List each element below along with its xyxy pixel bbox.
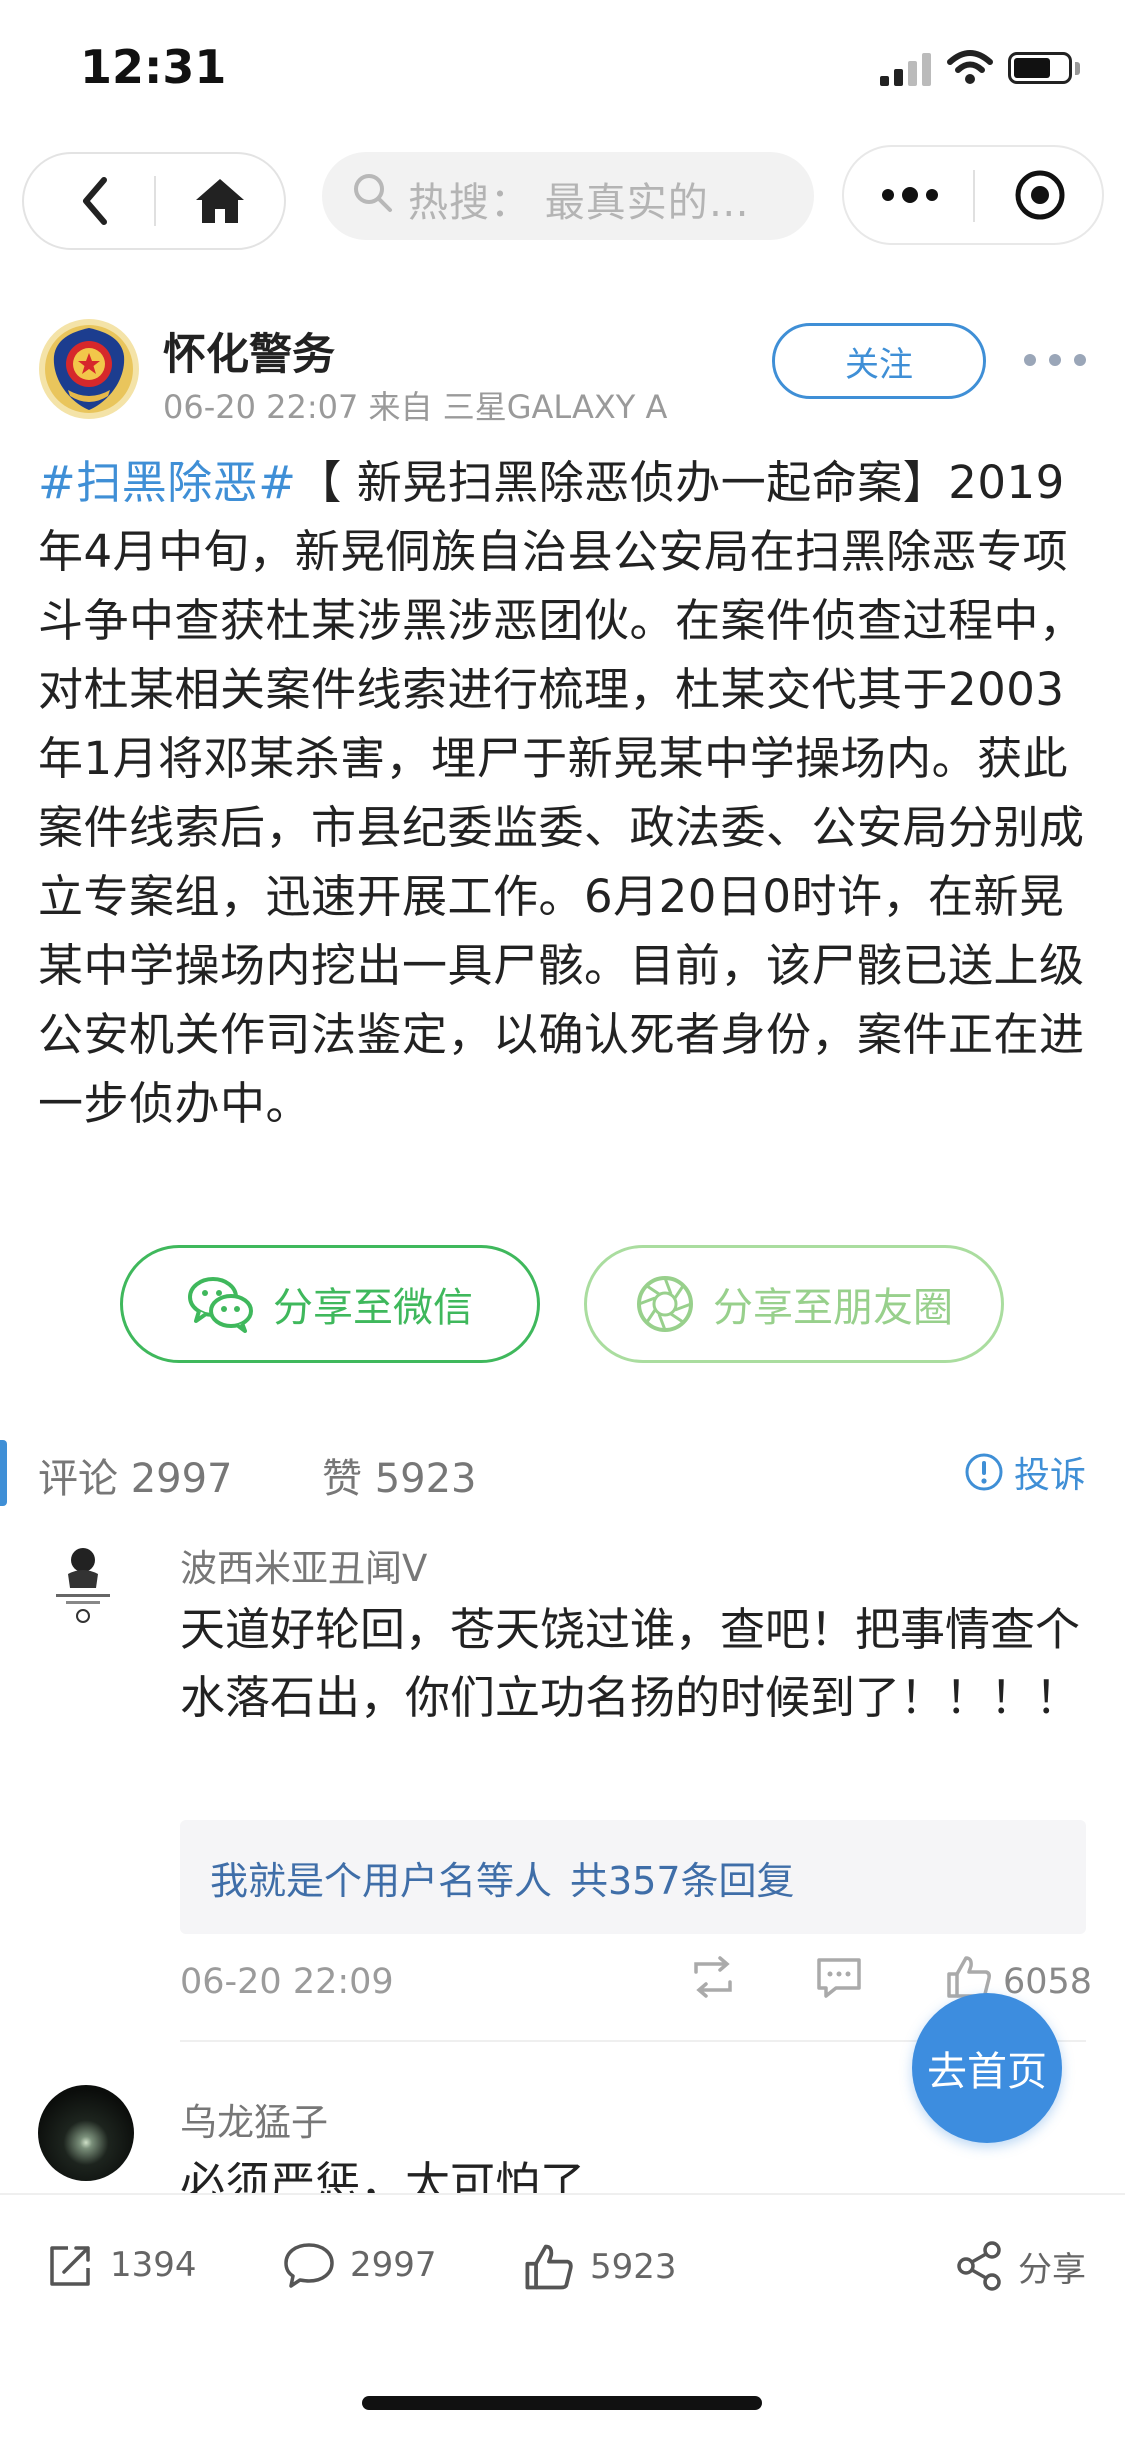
comments-tab-indicator [0,1440,7,1506]
comment-replies-preview[interactable]: 我就是个用户名等人 共357条回复 [180,1820,1086,1934]
share-to-wechat-button[interactable]: 分享至微信 [120,1245,540,1363]
comment-author-name[interactable]: 乌龙猛子 [180,2092,328,2146]
like-count: 5923 [590,2247,677,2287]
go-home-fab[interactable]: 去首页 [912,1993,1062,2143]
home-icon [196,179,244,223]
more-dots-icon [882,187,938,203]
moments-aperture-icon [637,1276,693,1332]
info-alert-icon [965,1453,1003,1491]
like-toolbar-button[interactable]: 5923 [522,2240,677,2294]
search-icon [354,174,392,212]
nav-right-divider [973,170,975,222]
follow-button[interactable]: 关注 [772,323,986,399]
author-avatar-police-emblem[interactable] [38,318,140,420]
more-horizontal-icon [1024,354,1086,366]
close-mini-program-button[interactable] [1000,160,1080,230]
back-chevron-icon [83,177,107,225]
comment-like-count: 6058 [1003,1962,1093,2002]
cellular-signal-icon [880,53,931,86]
status-time: 12:31 [80,40,227,94]
mini-program-menu-button[interactable] [870,165,950,225]
comment-reply-button[interactable] [814,1952,864,2006]
reply-count: 共357条回复 [570,1858,795,1903]
comment-count: 2997 [350,2245,437,2285]
comment-icon [284,2243,334,2288]
post-body-text: 【 新晃扫黑除恶侦办一起命案】2019年4月中旬，新晃侗族自治县公安局在扫黑除恶… [38,456,1085,1130]
comment-text: 天道好轮回，苍天饶过谁，查吧！把事情查个水落石出，你们立功名扬的时候到了！！！！ [180,1603,1081,1724]
comment-time: 06-20 22:09 [180,1962,394,2002]
share-toolbar-button[interactable]: 分享 [954,2240,1086,2292]
search-placeholder[interactable]: 热搜： 最真实的… [408,170,750,228]
post-author-name[interactable]: 怀化警务 [163,320,335,382]
share-wechat-label: 分享至微信 [273,1285,473,1331]
post-meta: 06-20 22:07 来自 三星GALAXY A [163,388,668,426]
wechat-icon [188,1277,253,1333]
commenter-avatar[interactable] [38,1540,128,1630]
comment-bubble-icon [817,1958,861,1998]
post-more-button[interactable] [1020,340,1090,380]
back-button[interactable] [60,165,130,237]
likes-tab[interactable]: 赞 5923 [322,1446,477,1504]
share-nodes-icon [957,2241,1001,2291]
nav-divider [154,176,156,226]
post-body: #扫黑除恶#【 新晃扫黑除恶侦办一起命案】2019年4月中旬，新晃侗族自治县公安… [38,448,1088,1138]
comments-tab[interactable]: 评论 2997 [38,1446,233,1504]
target-circle-icon [1015,170,1065,220]
home-button[interactable] [180,165,260,237]
wifi-icon [947,50,993,84]
home-indicator [362,2396,762,2410]
thumbs-up-icon [525,2244,573,2290]
report-button[interactable]: 投诉 [964,1446,1086,1498]
share-moments-label: 分享至朋友圈 [713,1285,953,1331]
reply-users: 我就是个用户名等人 [210,1858,553,1903]
repost-toolbar-button[interactable]: 1394 [46,2240,197,2290]
repost-icon [694,1956,732,1998]
commenter-avatar[interactable] [38,2085,134,2181]
report-label: 投诉 [1014,1455,1087,1496]
comment-author-name[interactable]: 波西米亚丑闻V [180,1538,427,1592]
comment-repost-button[interactable] [688,1952,738,2006]
comment-text: 必须严惩，太可怕了 [180,2157,586,2194]
share-label: 分享 [1018,2249,1086,2290]
repost-count: 1394 [110,2245,197,2285]
battery-level-fill [1014,58,1050,78]
share-to-moments-button[interactable]: 分享至朋友圈 [584,1245,1004,1363]
battery-tip [1075,62,1080,75]
battery-icon [1008,52,1072,84]
post-hashtag-link[interactable]: #扫黑除恶# [38,456,296,509]
comment-toolbar-button[interactable]: 2997 [282,2240,437,2290]
share-out-icon [50,2246,90,2286]
